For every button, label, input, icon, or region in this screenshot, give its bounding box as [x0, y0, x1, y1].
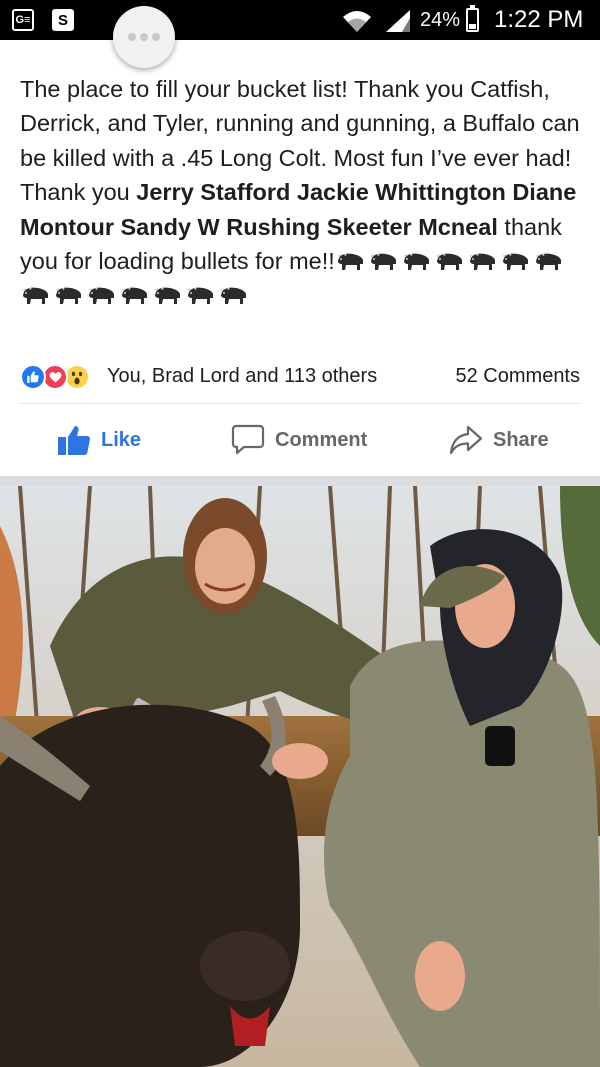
like-reaction-icon	[20, 364, 46, 390]
post-photo[interactable]	[0, 486, 600, 1067]
comment-icon	[231, 424, 265, 455]
share-label: Share	[493, 428, 549, 451]
comment-button[interactable]: Comment	[231, 422, 367, 458]
clock: 1:22 PM	[494, 6, 584, 33]
thumbs-up-icon	[58, 426, 90, 455]
comment-label: Comment	[275, 428, 368, 451]
water-buffalo-emoji	[121, 286, 147, 305]
water-buffalo-emoji	[55, 286, 81, 305]
water-buffalo-emoji	[501, 252, 528, 271]
water-buffalo-emoji	[154, 286, 180, 305]
battery-icon	[466, 5, 479, 32]
water-buffalo-emoji	[534, 252, 561, 271]
reactions-summary[interactable]: You, Brad Lord and 113 others	[107, 365, 377, 388]
reactions-row[interactable]: You, Brad Lord and 113 others 52 Comment…	[20, 362, 580, 392]
chat-head-button[interactable]	[113, 6, 175, 68]
status-bar: G≡ S 24% 1:22 PM	[0, 0, 600, 40]
water-buffalo-emoji	[220, 286, 246, 305]
post-actions-bar: Like Comment Share	[0, 412, 600, 468]
cell-signal-icon	[386, 10, 410, 32]
water-buffalo-emoji	[22, 286, 48, 305]
share-button[interactable]: Share	[449, 422, 549, 458]
wifi-icon	[343, 11, 371, 32]
comments-count[interactable]: 52 Comments	[456, 365, 581, 388]
water-buffalo-emoji	[402, 252, 429, 271]
gallery-notification-icon: G≡	[12, 9, 34, 31]
like-label: Like	[101, 428, 142, 451]
post-text: The place to fill your bucket list! Than…	[20, 72, 586, 313]
post-separator	[0, 476, 600, 486]
water-buffalo-emoji	[336, 252, 363, 271]
water-buffalo-emoji	[435, 252, 462, 271]
s-app-notification-icon: S	[52, 9, 74, 31]
water-buffalo-emoji	[88, 286, 114, 305]
water-buffalo-emoji	[369, 252, 396, 271]
divider	[20, 403, 580, 404]
share-arrow-icon	[449, 425, 483, 455]
like-button[interactable]: Like	[57, 422, 141, 458]
bison	[0, 696, 300, 1067]
water-buffalo-emoji	[187, 286, 213, 305]
battery-percent: 24%	[420, 9, 461, 31]
water-buffalo-emoji	[468, 252, 495, 271]
